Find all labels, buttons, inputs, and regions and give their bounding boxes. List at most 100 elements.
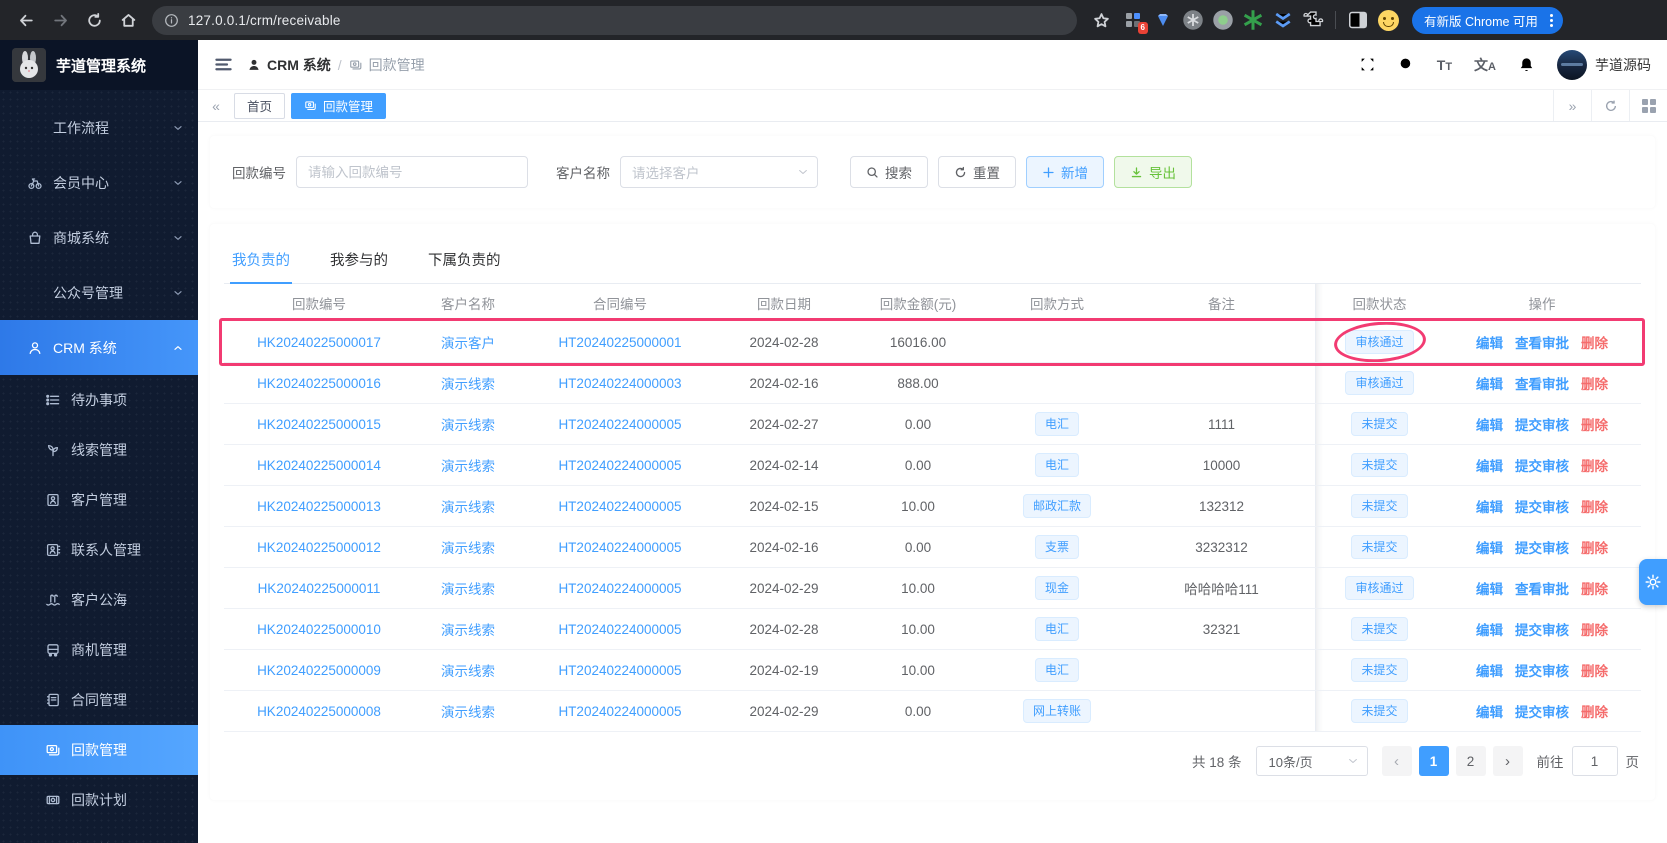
address-bar[interactable]: 127.0.0.1/crm/receivable [152,6,1077,35]
profile-avatar-icon[interactable] [1376,8,1400,32]
action-编辑[interactable]: 编辑 [1476,537,1503,557]
action-删除[interactable]: 删除 [1581,619,1608,639]
receivable-no-link[interactable]: HK20240225000011 [224,568,414,608]
receivable-no-link[interactable]: HK20240225000008 [224,691,414,731]
customer-link[interactable]: 演示线索 [414,691,522,731]
customer-link[interactable]: 演示线索 [414,568,522,608]
customer-link[interactable]: 演示线索 [414,363,522,403]
action-编辑[interactable]: 编辑 [1476,660,1503,680]
breadcrumb-receivable[interactable]: 回款管理 [349,55,425,75]
action-提交审核[interactable]: 提交审核 [1515,537,1569,557]
sidebar-subitem-待办事项[interactable]: 待办事项 [0,375,198,425]
app-logo[interactable]: 芋道管理系统 [0,40,198,90]
contract-link[interactable]: HT20240224000005 [522,609,718,649]
contract-link[interactable]: HT20240224000005 [522,568,718,608]
action-编辑[interactable]: 编辑 [1476,414,1503,434]
sidebar-item-商城系统[interactable]: 商城系统 [0,210,198,265]
contract-link[interactable]: HT20240224000005 [522,486,718,526]
action-删除[interactable]: 删除 [1581,537,1608,557]
sidebar-item-CRM 系统[interactable]: CRM 系统 [0,320,198,375]
sidebar-subitem-回款计划[interactable]: 回款计划 [0,775,198,825]
action-删除[interactable]: 删除 [1581,373,1608,393]
customer-link[interactable]: 演示线索 [414,445,522,485]
tab-我负责的[interactable]: 我负责的 [230,236,292,284]
receivable-no-input[interactable] [296,156,528,188]
page-button-1[interactable]: 1 [1419,746,1449,776]
goto-page-input[interactable] [1572,746,1618,776]
tags-refresh-icon[interactable] [1591,90,1629,121]
site-info-icon[interactable] [164,13,179,28]
reset-button[interactable]: 重置 [938,156,1016,188]
customer-select[interactable]: 请选择客户 [620,156,818,188]
contract-link[interactable]: HT20240224000003 [522,363,718,403]
sidebar-subitem-客户管理[interactable]: 客户管理 [0,475,198,525]
contract-link[interactable]: HT20240225000001 [522,322,718,362]
action-编辑[interactable]: 编辑 [1476,701,1503,721]
tags-layout-grid-icon[interactable] [1629,90,1667,121]
user-menu[interactable]: 芋道源码 [1557,50,1651,80]
action-删除[interactable]: 删除 [1581,332,1608,352]
extension-gem-icon[interactable] [1151,8,1175,32]
action-查看审批[interactable]: 查看审批 [1515,332,1569,352]
page-size-select[interactable]: 10条/页 [1256,746,1368,776]
receivable-no-link[interactable]: HK20240225000013 [224,486,414,526]
action-提交审核[interactable]: 提交审核 [1515,455,1569,475]
extension-blocker-icon[interactable]: 6 [1121,8,1145,32]
side-panel-icon[interactable] [1346,8,1370,32]
extensions-puzzle-icon[interactable] [1301,8,1325,32]
action-编辑[interactable]: 编辑 [1476,619,1503,639]
hamburger-menu-icon[interactable] [214,55,233,74]
language-icon[interactable]: 文A [1474,55,1496,75]
action-删除[interactable]: 删除 [1581,701,1608,721]
extension-record-icon[interactable] [1211,8,1235,32]
tab-我参与的[interactable]: 我参与的 [328,236,390,284]
customer-link[interactable]: 演示线索 [414,527,522,567]
notification-bell-icon[interactable] [1518,56,1535,73]
customer-link[interactable]: 演示线索 [414,404,522,444]
action-编辑[interactable]: 编辑 [1476,373,1503,393]
action-删除[interactable]: 删除 [1581,496,1608,516]
customer-link[interactable]: 演示线索 [414,609,522,649]
prev-page-button[interactable]: ‹ [1382,746,1412,776]
contract-link[interactable]: HT20240224000005 [522,650,718,690]
sidebar-subitem-合同管理[interactable]: 合同管理 [0,675,198,725]
extension-chevrons-icon[interactable] [1271,8,1295,32]
breadcrumb-crm[interactable]: CRM 系统 [247,55,331,75]
tab-下属负责的[interactable]: 下属负责的 [426,236,503,284]
forward-icon[interactable] [46,6,74,34]
sidebar-item-工作流程[interactable]: 工作流程 [0,100,198,155]
receivable-no-link[interactable]: HK20240225000017 [224,322,414,362]
action-编辑[interactable]: 编辑 [1476,455,1503,475]
sidebar-subitem-回款管理[interactable]: 回款管理 [0,725,198,775]
action-提交审核[interactable]: 提交审核 [1515,496,1569,516]
action-提交审核[interactable]: 提交审核 [1515,619,1569,639]
url-text[interactable]: 127.0.0.1/crm/receivable [188,13,341,28]
sidebar-subitem-线索管理[interactable]: 线索管理 [0,425,198,475]
sidebar-subitem-联系人管理[interactable]: 联系人管理 [0,525,198,575]
action-查看审批[interactable]: 查看审批 [1515,578,1569,598]
tags-expand-icon[interactable]: » [1553,90,1591,121]
font-size-icon[interactable]: TT [1437,57,1452,73]
page-button-2[interactable]: 2 [1456,746,1486,776]
back-icon[interactable] [12,6,40,34]
fullscreen-icon[interactable] [1359,56,1376,73]
sidebar-item-会员中心[interactable]: 会员中心 [0,155,198,210]
sidebar-subitem-商机管理[interactable]: 商机管理 [0,625,198,675]
reload-icon[interactable] [80,6,108,34]
search-button[interactable]: 搜索 [850,156,928,188]
receivable-no-link[interactable]: HK20240225000014 [224,445,414,485]
settings-gear-button[interactable] [1639,559,1667,605]
search-icon[interactable] [1398,56,1415,73]
action-编辑[interactable]: 编辑 [1476,578,1503,598]
contract-link[interactable]: HT20240224000005 [522,691,718,731]
receivable-no-link[interactable]: HK20240225000015 [224,404,414,444]
contract-link[interactable]: HT20240224000005 [522,527,718,567]
contract-link[interactable]: HT20240224000005 [522,445,718,485]
receivable-no-link[interactable]: HK20240225000016 [224,363,414,403]
home-icon[interactable] [114,6,142,34]
sidebar-subitem-产品管理[interactable]: 产品管理 [0,825,198,843]
bookmark-star-icon[interactable] [1087,6,1115,34]
receivable-no-link[interactable]: HK20240225000009 [224,650,414,690]
customer-link[interactable]: 演示线索 [414,486,522,526]
customer-link[interactable]: 演示客户 [414,322,522,362]
